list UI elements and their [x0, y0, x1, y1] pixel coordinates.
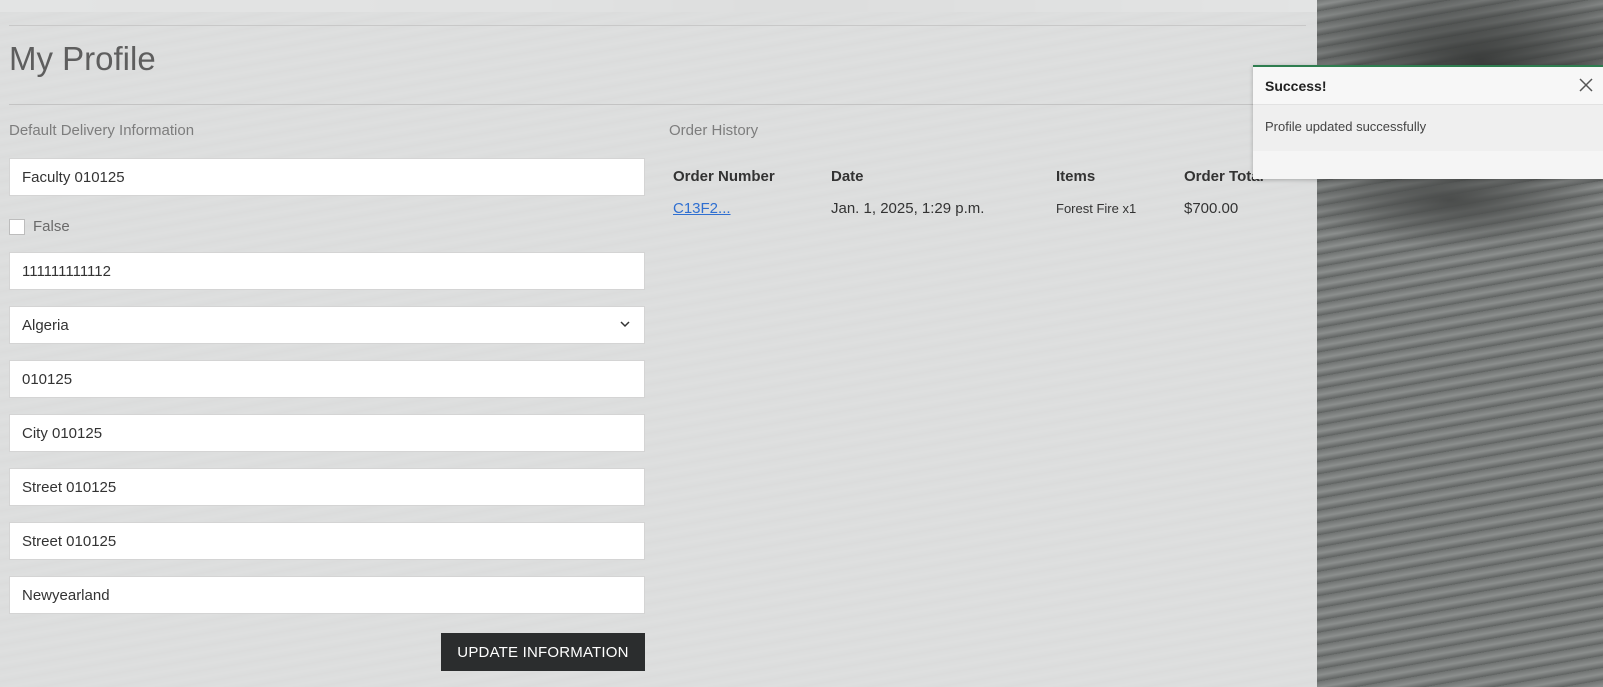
city-field-value: City 010125 [22, 425, 103, 442]
city-field[interactable]: City 010125 [9, 414, 645, 452]
column-order-total: Order Total [1184, 168, 1264, 185]
column-order-number: Order Number [673, 168, 775, 185]
phone-field-value: 111111111112 [22, 263, 111, 280]
success-toast: Success! Profile updated successfully [1253, 65, 1603, 179]
toast-header: Success! [1253, 67, 1603, 105]
order-items: Forest Fire x1 [1056, 201, 1137, 216]
chevron-down-icon [620, 321, 630, 328]
postal-code-field[interactable]: 010125 [9, 360, 645, 398]
checkbox-label: False [33, 218, 70, 235]
name-field[interactable]: Faculty 010125 [9, 158, 645, 196]
profile-panel: My Profile Default Delivery Information … [0, 0, 1317, 687]
order-history-heading: Order History [669, 122, 759, 139]
order-number-link[interactable]: C13F2... [673, 200, 731, 217]
order-date: Jan. 1, 2025, 1:29 p.m. [831, 200, 985, 217]
column-items: Items [1056, 168, 1096, 185]
street2-field[interactable]: Street 010125 [9, 522, 645, 560]
name-field-value: Faculty 010125 [22, 169, 125, 186]
country-select-value: Algeria [22, 317, 69, 334]
update-information-button[interactable]: UPDATE INFORMATION [441, 633, 645, 671]
delivery-heading: Default Delivery Information [9, 122, 195, 139]
column-date: Date [831, 168, 864, 185]
region-field[interactable]: Newyearland [9, 576, 645, 614]
toast-title: Success! [1265, 78, 1327, 94]
country-select[interactable]: Algeria [9, 306, 645, 344]
street2-field-value: Street 010125 [22, 533, 117, 550]
checkbox-row: False [9, 218, 70, 235]
order-total: $700.00 [1184, 200, 1239, 217]
toast-message: Profile updated successfully [1253, 105, 1603, 151]
region-field-value: Newyearland [22, 587, 110, 604]
page-title: My Profile [9, 40, 156, 77]
close-icon[interactable] [1577, 76, 1595, 94]
street1-field[interactable]: Street 010125 [9, 468, 645, 506]
phone-field[interactable]: 111111111112 [9, 252, 645, 290]
divider-title [9, 104, 1306, 105]
divider-top [9, 25, 1306, 26]
postal-code-field-value: 010125 [22, 371, 73, 388]
street1-field-value: Street 010125 [22, 479, 117, 496]
default-checkbox[interactable] [9, 218, 25, 235]
